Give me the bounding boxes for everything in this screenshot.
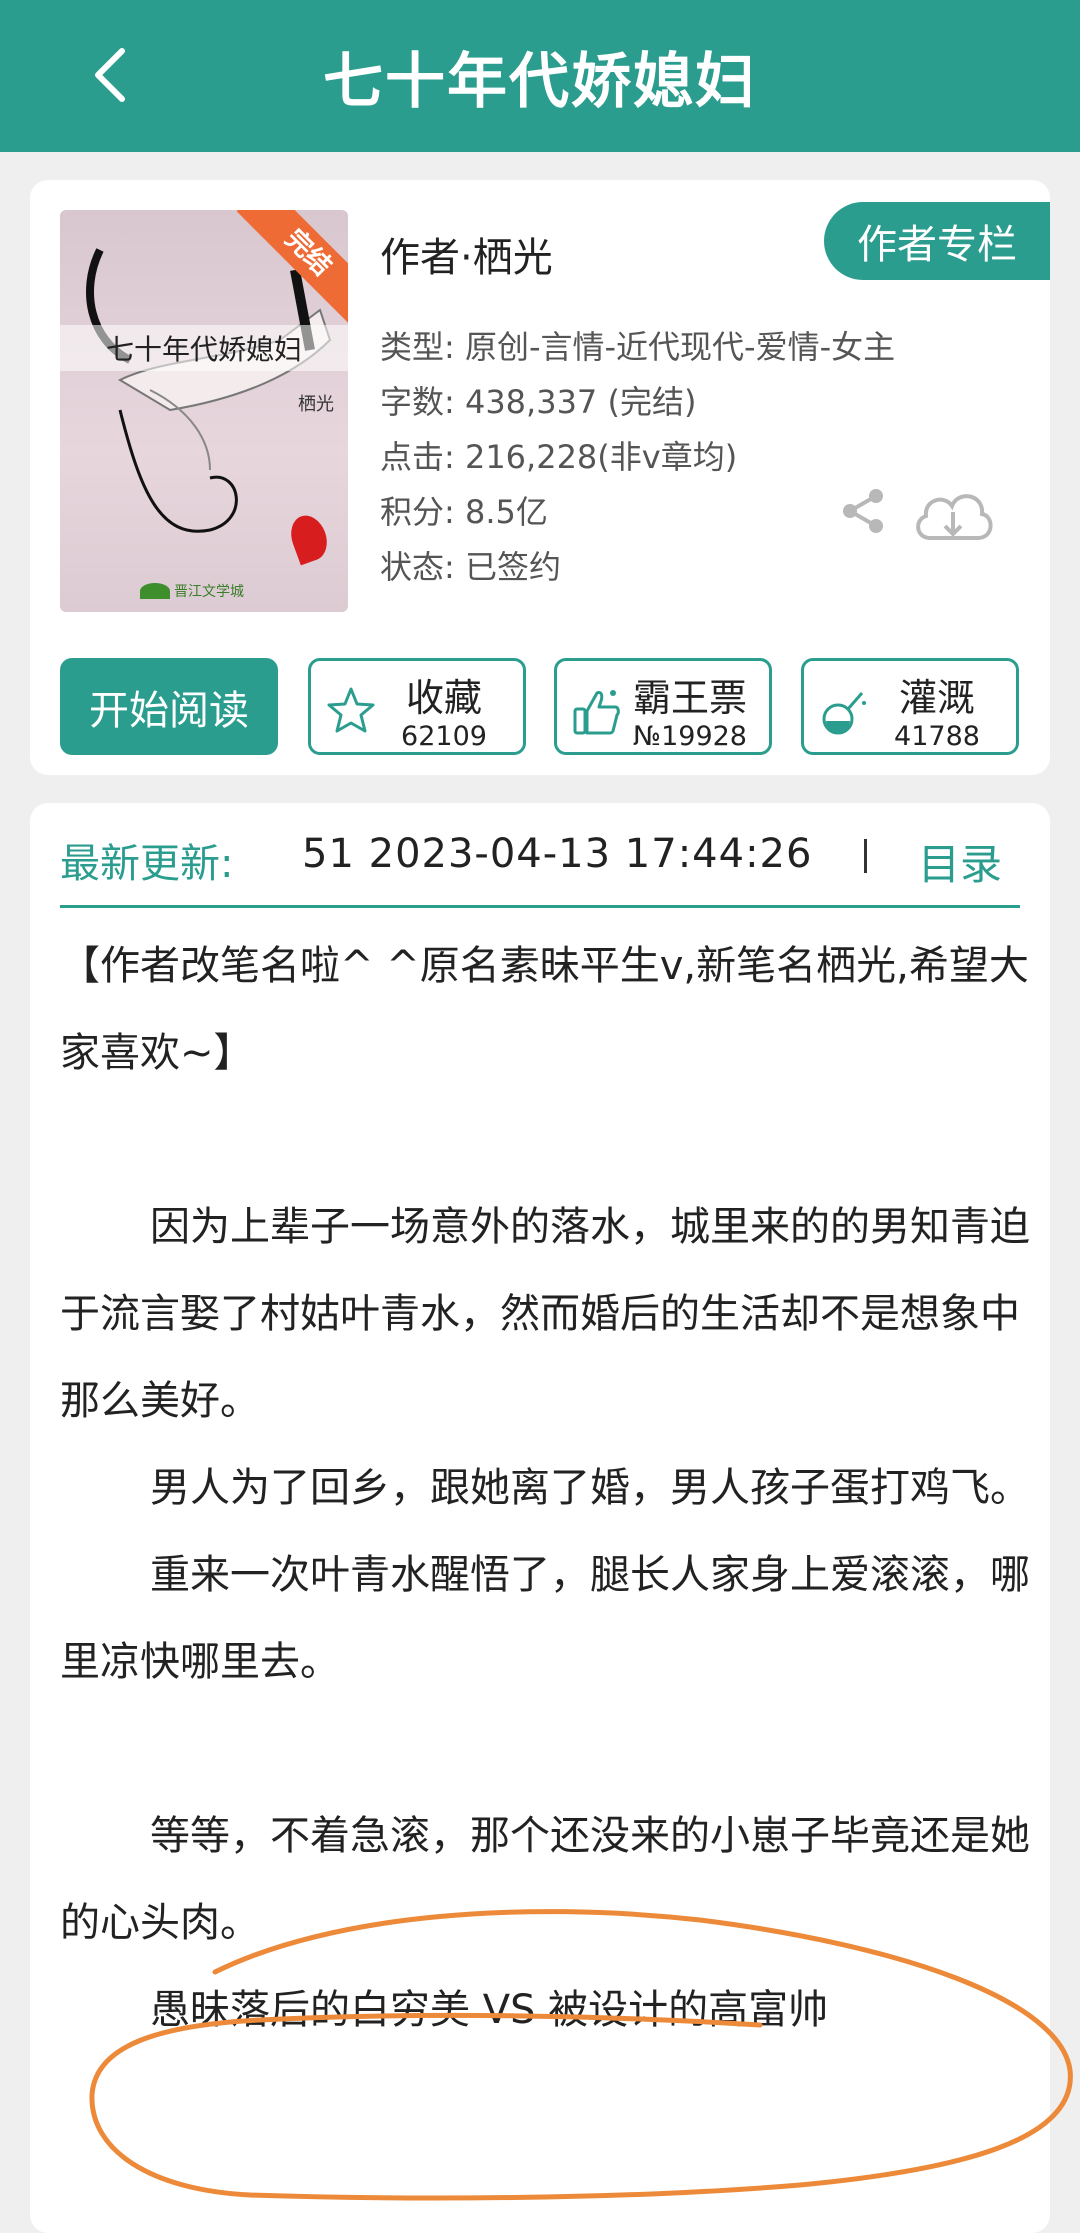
chevron-left-icon [95, 48, 125, 102]
leaf-icon [140, 583, 170, 599]
publisher-logo: 晋江文学城 [140, 576, 250, 606]
vote-count: №19928 [633, 721, 747, 752]
author-column-button[interactable]: 作者专栏 [824, 202, 1050, 280]
share-icon[interactable] [838, 486, 888, 536]
meta-word-count: 字数: 438,337 (完结) [380, 383, 697, 421]
book-cover[interactable]: 完结 七十年代娇媳妇 栖光 晋江文学城 [60, 210, 348, 612]
water-count: 41788 [894, 721, 980, 752]
table-of-contents-link[interactable]: 目录 [918, 831, 1002, 892]
meta-status: 状态: 已签约 [380, 548, 561, 586]
meta-clicks: 点击: 216,228(非v章均) [380, 438, 738, 476]
description-paragraph: 【作者改笔名啦^ ^原名素昧平生v,新笔名栖光,希望大家喜欢~】 [60, 943, 1029, 1076]
cover-author: 栖光 [298, 394, 334, 415]
vote-label: 霸王票 [632, 676, 747, 720]
water-label: 灌溉 [898, 676, 975, 720]
top-app-bar: 七十年代娇媳妇 [0, 0, 1080, 152]
start-reading-button[interactable]: 开始阅读 [60, 658, 278, 755]
description-paragraph: 重来一次叶青水醒悟了，腿长人家身上爱滚滚，哪里凉快哪里去。 [60, 1552, 1030, 1685]
collect-button[interactable]: 收藏 62109 [308, 658, 526, 755]
divider [864, 839, 867, 873]
page-title: 七十年代娇媳妇 [323, 46, 757, 117]
back-button[interactable] [80, 40, 140, 110]
meta-score: 积分: 8.5亿 [380, 493, 548, 531]
description-paragraph: 等等，不着急滚，那个还没来的小崽子毕竟还是她的心头肉。 [60, 1813, 1030, 1946]
description-paragraph: 男人为了回乡，跟她离了婚，男人孩子蛋打鸡飞。 [150, 1465, 1030, 1511]
water-button[interactable]: 灌溉 41788 [801, 658, 1019, 755]
meta-genre: 类型: 原创-言情-近代现代-爱情-女主 [380, 328, 896, 366]
book-meta: 类型: 原创-言情-近代现代-爱情-女主 字数: 438,337 (完结) 点击… [380, 320, 895, 595]
description-card: 最新更新: 51 2023-04-13 17:44:26 目录 【作者改笔名啦^… [30, 803, 1050, 2233]
cloud-download-icon[interactable] [910, 480, 996, 550]
latest-update-chapter[interactable]: 51 2023-04-13 17:44:26 [302, 831, 812, 877]
vote-button[interactable]: 霸王票 №19928 [554, 658, 772, 755]
collect-label: 收藏 [405, 676, 482, 720]
divider [60, 905, 1020, 908]
book-description: 【作者改笔名啦^ ^原名素昧平生v,新笔名栖光,希望大家喜欢~】 因为上辈子一场… [60, 923, 1035, 2054]
author-name[interactable]: 作者·栖光 [380, 225, 553, 283]
collect-count: 62109 [401, 721, 487, 752]
description-paragraph: 因为上辈子一场意外的落水，城里来的的男知青迫于流言娶了村姑叶青水，然而婚后的生活… [60, 1204, 1030, 1424]
book-info-card: 完结 七十年代娇媳妇 栖光 晋江文学城 作者·栖光 作者专栏 类型: 原创-言情… [30, 180, 1050, 775]
description-paragraph: 愚昧落后的白穷美 VS 被设计的高富帅 [150, 1987, 829, 2033]
latest-update-label: 最新更新: [60, 841, 234, 887]
cover-title: 七十年代娇媳妇 [105, 333, 302, 366]
